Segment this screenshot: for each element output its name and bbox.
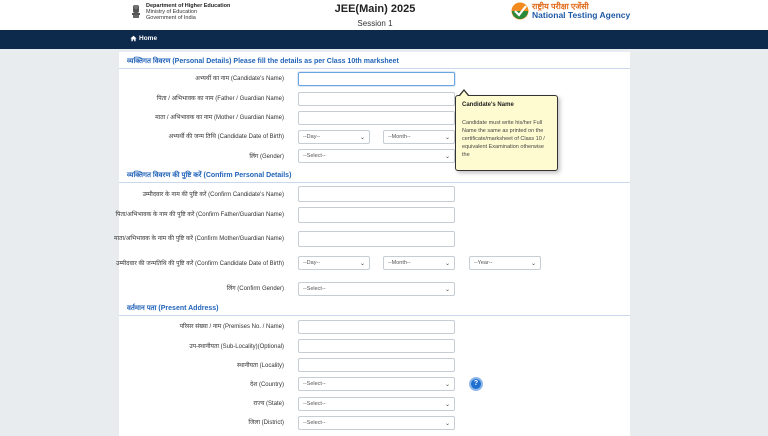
ministry-line3: Government of India [146,15,196,21]
confirm-mother-name-input[interactable] [298,231,455,247]
confirm-mother-name-label: माता/अभिभावक के नाम की पुष्टि करें (Conf… [114,236,284,242]
registration-form-card: व्यक्तिगत विवरण (Personal Details) Pleas… [114,52,630,436]
dob-month-select[interactable]: --Month-- ⌄ [383,130,455,144]
confirm-gender-label: लिंग (Confirm Gender) [226,286,284,292]
gender-select[interactable]: --Select-- ⌄ [298,149,455,163]
nta-check-icon [511,2,529,20]
personal-details-heading: व्यक्तिगत विवरण (Personal Details) Pleas… [127,58,399,65]
chevron-down-icon: ⌄ [444,402,450,408]
premises-input[interactable] [298,320,455,334]
chevron-down-icon: ⌄ [444,154,450,160]
confirm-dob-day-value: --Day-- [303,260,321,266]
premises-label: परिसर संख्या / नाम (Premises No. / Name) [179,324,284,330]
home-label: Home [139,35,158,42]
chevron-down-icon: ⌄ [359,261,365,267]
confirm-dob-year-select[interactable]: --Year-- ⌄ [469,256,541,270]
locality-label: स्थानीयता (Locality) [237,363,284,369]
candidate-name-input[interactable] [298,72,455,86]
dob-month-value: --Month-- [388,134,411,140]
section-divider [119,182,630,183]
confirm-dob-month-select[interactable]: --Month-- ⌄ [383,256,455,270]
chevron-down-icon: ⌄ [530,261,536,267]
confirm-dob-label: उम्मीदवार की जन्मतिथि की पुष्टि करें (Co… [116,261,284,267]
dob-label: अभ्यर्थी की जन्म तिथि (Candidate Date of… [168,134,284,140]
mother-name-label: माता / अभिभावक का नाम (Mother / Guardian… [155,115,284,121]
confirm-gender-select[interactable]: --Select-- ⌄ [298,282,455,296]
chevron-down-icon: ⌄ [444,135,450,141]
confirm-candidate-name-input[interactable] [298,186,455,202]
dob-day-value: --Day-- [303,134,321,140]
confirm-father-name-input[interactable] [298,207,455,223]
mother-name-input[interactable] [298,111,455,125]
sublocality-label: उप-स्थानीयता (Sub-Locality)(Optional) [189,344,284,350]
confirm-dob-year-value: --Year-- [474,260,493,266]
district-value: --Select-- [303,420,326,426]
confirm-father-name-label: पिता/अभिभावक के नाम की पुष्टि करें (Conf… [115,212,284,218]
country-value: --Select-- [303,381,326,387]
confirm-candidate-name-label: उम्मीदवार के नाम की पुष्टि करें (Confirm… [142,192,284,198]
gender-label: लिंग (Gender) [249,154,284,160]
confirm-dob-day-select[interactable]: --Day-- ⌄ [298,256,370,270]
gender-value: --Select-- [303,153,326,159]
confirm-dob-month-value: --Month-- [388,260,411,266]
father-name-label: पिता / अभिभावक का नाम (Father / Guardian… [156,96,284,102]
sublocality-input[interactable] [298,339,455,353]
state-select[interactable]: --Select-- ⌄ [298,397,455,411]
dob-day-select[interactable]: --Day-- ⌄ [298,130,370,144]
father-name-input[interactable] [298,92,455,106]
present-address-heading: वर्तमान पता (Present Address) [127,305,219,312]
district-label: जिला (District) [248,420,284,426]
page-title: JEE(Main) 2025 [334,3,416,15]
section-divider [119,68,630,69]
state-value: --Select-- [303,401,326,407]
site-header: Department of Higher Education Ministry … [0,0,768,34]
chevron-down-icon: ⌄ [444,421,450,427]
home-icon [130,35,137,42]
chevron-down-icon: ⌄ [359,135,365,141]
national-emblem-icon [132,5,140,18]
ministry-logo: Department of Higher Education Ministry … [130,3,230,21]
district-select[interactable]: --Select-- ⌄ [298,416,455,430]
session-label: Session 1 [357,19,393,28]
tooltip-arrow-fill [460,91,468,96]
chevron-down-icon: ⌄ [444,382,450,388]
chevron-down-icon: ⌄ [444,287,450,293]
tooltip-body: Candidate must write his/her Full Name t… [462,120,545,158]
country-label: देश (Country) [250,382,284,388]
locality-input[interactable] [298,358,455,372]
country-select[interactable]: --Select-- ⌄ [298,377,455,391]
top-navbar: Home [0,30,768,49]
home-link[interactable]: Home [130,35,157,42]
chevron-down-icon: ⌄ [444,261,450,267]
candidate-name-tooltip: Candidate's Name Candidate must write hi… [455,95,558,171]
confirm-gender-value: --Select-- [303,286,326,292]
candidate-name-label: अभ्यर्थी का नाम (Candidate's Name) [195,76,284,82]
nta-english-name: National Testing Agency [532,10,631,20]
tooltip-title: Candidate's Name [462,102,514,108]
section-divider [119,315,630,316]
state-label: राज्य (State) [253,401,284,407]
confirm-details-heading: व्यक्तिगत विवरण की पुष्टि करें (Confirm … [127,172,292,179]
help-icon[interactable]: ? [469,377,483,391]
